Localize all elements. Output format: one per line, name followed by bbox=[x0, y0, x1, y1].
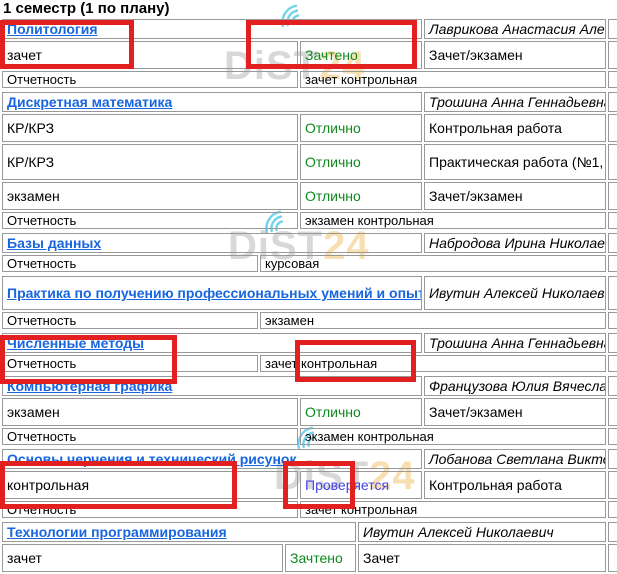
course-block-kompyuternaya-grafika: Компьютерная графика Французова Юлия Вяч… bbox=[0, 374, 617, 447]
clipped-column-cell bbox=[608, 144, 617, 180]
course-block-bazy-dannyh: Базы данных Набродова Ирина Николаевна О… bbox=[0, 231, 617, 274]
reporting-label: Отчетность bbox=[2, 71, 298, 88]
course-link[interactable]: Технологии программирования bbox=[7, 524, 227, 540]
teacher-name: Ивутин Алексей Николаевич bbox=[424, 276, 606, 310]
clipped-column-cell bbox=[608, 449, 617, 469]
course-link[interactable]: Численные методы bbox=[7, 335, 144, 351]
course-block-diskretnaya-matematika: Дискретная математика Трошина Анна Генна… bbox=[0, 90, 617, 231]
reporting-value: экзамен bbox=[260, 312, 606, 329]
grade-result: Зачтено bbox=[300, 41, 422, 69]
teacher-name: Лаврикова Анастасия Александровна bbox=[424, 19, 606, 39]
grade-result: Зачтено bbox=[285, 544, 356, 572]
course-block-praktika: Практика по получению профессиональных у… bbox=[0, 274, 617, 331]
reporting-label: Отчетность bbox=[2, 212, 298, 229]
clipped-column-cell bbox=[608, 92, 617, 112]
clipped-column-cell bbox=[608, 182, 617, 210]
clipped-column-cell bbox=[608, 233, 617, 253]
course-block-tehnologii-programmirovaniya: Технологии программирования Ивутин Алекс… bbox=[0, 520, 617, 574]
reporting-label: Отчетность bbox=[2, 428, 298, 445]
grade-result: Отлично bbox=[300, 114, 422, 142]
grade-form: КР/КРЗ bbox=[2, 144, 298, 180]
page-title: 1 семестр (1 по плану) bbox=[3, 2, 617, 16]
clipped-column-cell bbox=[608, 255, 617, 272]
clipped-column-cell bbox=[608, 471, 617, 499]
clipped-column-cell bbox=[608, 544, 617, 572]
reporting-value: зачет контрольная bbox=[260, 355, 606, 372]
clipped-column-cell bbox=[608, 19, 617, 39]
grade-category: Зачет/экзамен bbox=[424, 182, 606, 210]
course-block-politologia: Политология Лаврикова Анастасия Александ… bbox=[0, 17, 617, 90]
clipped-column-cell bbox=[608, 522, 617, 542]
course-link[interactable]: Базы данных bbox=[7, 235, 101, 251]
grade-result: Отлично bbox=[300, 144, 422, 180]
course-link[interactable]: Практика по получению профессиональных у… bbox=[7, 285, 422, 301]
grade-category: Контрольная работа bbox=[424, 471, 606, 499]
clipped-column-cell bbox=[608, 355, 617, 372]
reporting-value: экзамен контрольная bbox=[300, 212, 606, 229]
grade-result: Проверяется bbox=[300, 471, 422, 499]
teacher-name: Ивутин Алексей Николаевич bbox=[358, 522, 606, 542]
clipped-column-cell bbox=[608, 333, 617, 353]
teacher-name: Французова Юлия Вячеславовна bbox=[424, 376, 606, 396]
reporting-label: Отчетность bbox=[2, 355, 258, 372]
grade-result: Отлично bbox=[300, 398, 422, 426]
course-link[interactable]: Дискретная математика bbox=[7, 94, 172, 110]
grade-result: Отлично bbox=[300, 182, 422, 210]
clipped-column-cell bbox=[608, 276, 617, 310]
course-link[interactable]: Компьютерная графика bbox=[7, 378, 172, 394]
grade-form: КР/КРЗ bbox=[2, 114, 298, 142]
grade-form: экзамен bbox=[2, 398, 298, 426]
reporting-label: Отчетность bbox=[2, 501, 298, 518]
teacher-name: Набродова Ирина Николаевна bbox=[424, 233, 606, 253]
clipped-column-cell bbox=[608, 41, 617, 69]
reporting-value: зачет контрольная bbox=[300, 501, 606, 518]
grade-category: Зачет bbox=[358, 544, 606, 572]
clipped-column-cell bbox=[608, 312, 617, 329]
reporting-value: экзамен контрольная bbox=[300, 428, 606, 445]
reporting-value: курсовая bbox=[260, 255, 606, 272]
clipped-column-cell bbox=[608, 428, 617, 445]
teacher-name: Трошина Анна Геннадьевна bbox=[424, 92, 606, 112]
clipped-column-cell bbox=[608, 114, 617, 142]
grade-category: Контрольная работа bbox=[424, 114, 606, 142]
grade-form: зачет bbox=[2, 544, 283, 572]
grade-form: экзамен bbox=[2, 182, 298, 210]
grade-form: зачет bbox=[2, 41, 298, 69]
grade-category: Практическая работа (№1, №2) bbox=[424, 144, 606, 180]
reporting-label: Отчетность bbox=[2, 312, 258, 329]
course-link[interactable]: Политология bbox=[7, 21, 98, 37]
course-block-chislennye-metody: Численные методы Трошина Анна Геннадьевн… bbox=[0, 331, 617, 374]
grade-form: контрольная bbox=[2, 471, 298, 499]
clipped-column-cell bbox=[608, 376, 617, 396]
clipped-column-cell bbox=[608, 398, 617, 426]
teacher-name: Трошина Анна Геннадьевна bbox=[424, 333, 606, 353]
course-block-osnovy-chercheniya: Основы черчения и технический рисунок Ло… bbox=[0, 447, 617, 520]
course-link[interactable]: Основы черчения и технический рисунок bbox=[7, 451, 296, 467]
clipped-column-cell bbox=[608, 501, 617, 518]
reporting-label: Отчетность bbox=[2, 255, 258, 272]
reporting-value: зачет контрольная bbox=[300, 71, 606, 88]
teacher-name: Лобанова Светлана Викторовна bbox=[424, 449, 606, 469]
clipped-column-cell bbox=[608, 212, 617, 229]
grade-category: Зачет/экзамен bbox=[424, 41, 606, 69]
grade-category: Зачет/экзамен bbox=[424, 398, 606, 426]
clipped-column-cell bbox=[608, 71, 617, 88]
